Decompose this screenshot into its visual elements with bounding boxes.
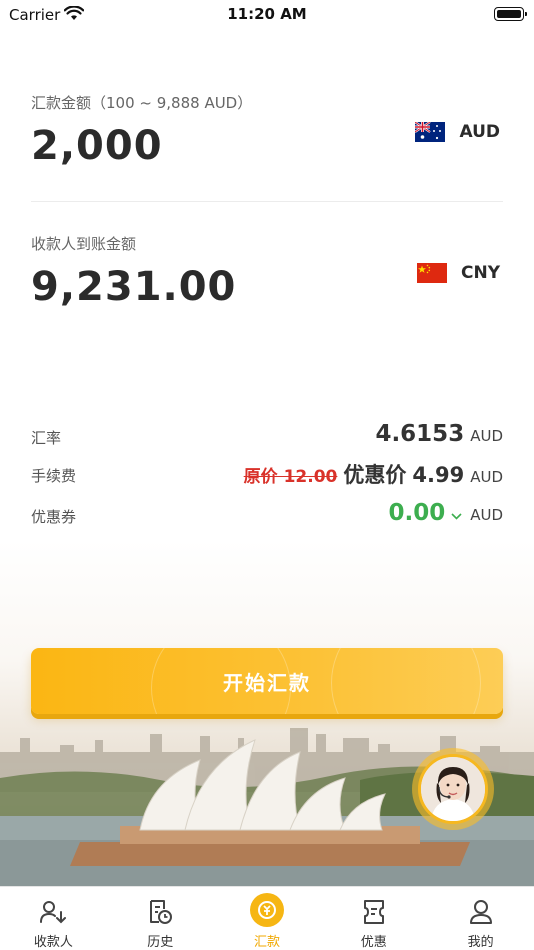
australia-flag-icon — [415, 122, 446, 142]
coupon-row[interactable]: 优惠券 0.00 AUD — [31, 500, 503, 530]
tab-profile-label: 我的 — [467, 935, 494, 950]
chevron-down-icon[interactable] — [451, 509, 462, 524]
tab-payee[interactable]: 收款人 — [0, 887, 107, 950]
china-flag-icon — [416, 263, 447, 283]
tab-profile[interactable]: 我的 — [427, 887, 534, 950]
fee-label: 手续费 — [31, 467, 77, 485]
coupon-unit: AUD — [470, 506, 503, 524]
send-amount-input[interactable]: 2,000 — [31, 123, 163, 169]
coupon-label: 优惠券 — [31, 508, 77, 526]
tab-history-label: 历史 — [147, 935, 174, 950]
remit-icon — [249, 893, 284, 927]
start-remittance-button[interactable]: 开始汇款 — [31, 648, 503, 714]
coupon-icon — [359, 897, 389, 927]
bottom-tab-bar: 收款人 历史 汇款 优惠 我的 — [0, 886, 534, 950]
tab-payee-label: 收款人 — [33, 935, 73, 950]
fee-discount-value: 4.99 — [412, 463, 465, 487]
tab-coupon[interactable]: 优惠 — [320, 887, 427, 950]
history-icon — [145, 897, 175, 927]
tab-coupon-label: 优惠 — [360, 935, 387, 950]
tab-remit-label: 汇款 — [253, 935, 280, 950]
fee-row: 手续费 原价 12.00 优惠价 4.99 AUD — [31, 459, 503, 489]
tab-remit[interactable]: 汇款 — [214, 887, 321, 950]
coupon-value: 0.00 — [388, 500, 446, 526]
rate-label: 汇率 — [31, 429, 62, 447]
fee-original-price: 原价 12.00 — [243, 467, 338, 487]
status-bar: Carrier 11:20 AM — [0, 0, 534, 30]
profile-icon — [466, 897, 496, 927]
receive-currency-code: CNY — [460, 263, 500, 283]
receive-amount-value[interactable]: 9,231.00 — [31, 264, 236, 310]
section-divider — [31, 201, 503, 202]
rate-row: 汇率 4.6153 AUD — [31, 421, 503, 451]
send-currency-selector[interactable]: AUD — [415, 122, 500, 142]
status-time: 11:20 AM — [227, 5, 307, 23]
receive-amount-label: 收款人到账金额 — [31, 235, 137, 253]
battery-icon — [494, 7, 527, 21]
send-currency-code: AUD — [459, 122, 500, 142]
send-amount-label: 汇款金额（100 ~ 9,888 AUD） — [31, 94, 253, 112]
customer-support-button[interactable] — [412, 748, 494, 830]
tab-history[interactable]: 历史 — [107, 887, 214, 950]
rate-unit: AUD — [470, 427, 503, 445]
payee-icon — [38, 897, 68, 927]
start-remittance-label: 开始汇款 — [223, 670, 311, 695]
support-agent-avatar — [418, 754, 488, 824]
receive-currency-selector[interactable]: CNY — [416, 263, 500, 283]
rate-value: 4.6153 — [375, 421, 465, 447]
fee-discount-label: 优惠价 — [343, 463, 407, 487]
fee-unit: AUD — [470, 468, 503, 486]
